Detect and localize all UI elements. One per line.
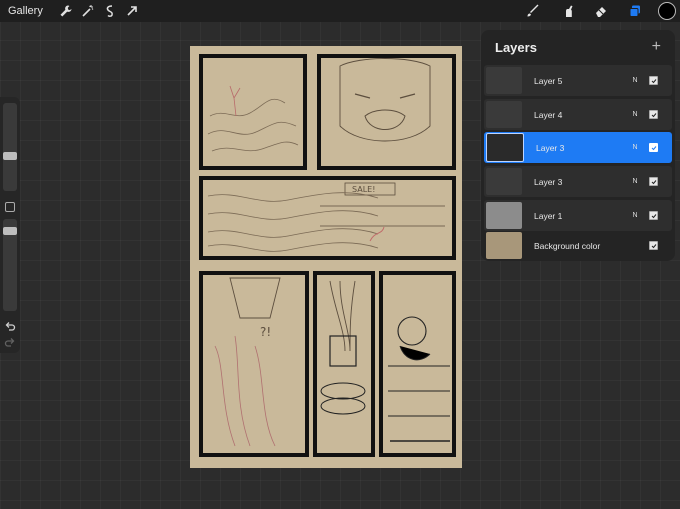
add-layer-button[interactable]: + (652, 38, 661, 56)
smudge-icon[interactable] (550, 0, 584, 22)
comic-page-artwork: SALE! ?! (199, 54, 456, 457)
layer-thumbnail (486, 168, 522, 195)
canvas-question-mark-text: ?! (260, 325, 271, 339)
brush-icon[interactable] (516, 0, 550, 22)
brush-size-handle[interactable] (3, 152, 17, 160)
visibility-checkbox[interactable] (649, 76, 658, 85)
eraser-icon[interactable] (584, 0, 618, 22)
visibility-checkbox[interactable] (649, 143, 658, 152)
visibility-checkbox[interactable] (649, 110, 658, 119)
visibility-checkbox[interactable] (649, 211, 658, 220)
blend-mode-button[interactable]: N (627, 111, 643, 118)
layer-thumbnail (486, 67, 522, 94)
layer-name: Layer 3 (536, 142, 565, 153)
visibility-checkbox[interactable] (649, 177, 658, 186)
selection-icon[interactable] (99, 0, 121, 22)
layer-thumbnail (486, 101, 522, 128)
layers-icon[interactable] (618, 0, 652, 22)
blend-mode-button[interactable]: N (627, 144, 643, 151)
blend-mode-button[interactable]: N (627, 212, 643, 219)
gallery-button[interactable]: Gallery (8, 5, 43, 17)
drawing-canvas[interactable]: SALE! ?! (190, 46, 462, 468)
layer-name: Layer 4 (534, 109, 563, 120)
layer-row-layer-3[interactable]: Layer 3 N (484, 166, 672, 197)
modify-button[interactable] (5, 202, 15, 212)
redo-icon[interactable] (4, 337, 16, 349)
layers-panel: Layers + Layer 5 N Layer 4 N Layer 3 N L… (481, 30, 675, 261)
canvas-sale-sign-text: SALE! (352, 185, 375, 194)
wrench-icon[interactable] (55, 0, 77, 22)
transform-arrow-icon[interactable] (121, 0, 143, 22)
undo-icon[interactable] (4, 321, 16, 333)
layer-name: Layer 1 (534, 210, 563, 221)
magic-wand-icon[interactable] (77, 0, 99, 22)
layer-name: Layer 3 (534, 176, 563, 187)
blend-mode-button[interactable]: N (627, 178, 643, 185)
brush-size-slider[interactable] (3, 103, 17, 191)
layers-title: Layers (495, 40, 537, 55)
layer-thumbnail (486, 202, 522, 229)
layer-thumbnail (486, 133, 524, 162)
layer-name: Background color (534, 240, 601, 251)
layer-row-layer-3-active[interactable]: Layer 3 N (484, 132, 672, 163)
layer-name: Layer 5 (534, 75, 563, 86)
opacity-handle[interactable] (3, 227, 17, 235)
layer-row-layer-1[interactable]: Layer 1 N (484, 200, 672, 231)
blend-mode-button[interactable]: N (627, 77, 643, 84)
color-picker-button[interactable] (658, 2, 676, 20)
layer-row-layer-5[interactable]: Layer 5 N (484, 65, 672, 96)
left-sidebar (0, 97, 20, 353)
top-toolbar: Gallery (0, 0, 680, 22)
background-color-swatch[interactable] (486, 232, 522, 259)
layer-row-background-color[interactable]: Background color (484, 230, 672, 261)
visibility-checkbox[interactable] (649, 241, 658, 250)
layer-row-layer-4[interactable]: Layer 4 N (484, 99, 672, 130)
